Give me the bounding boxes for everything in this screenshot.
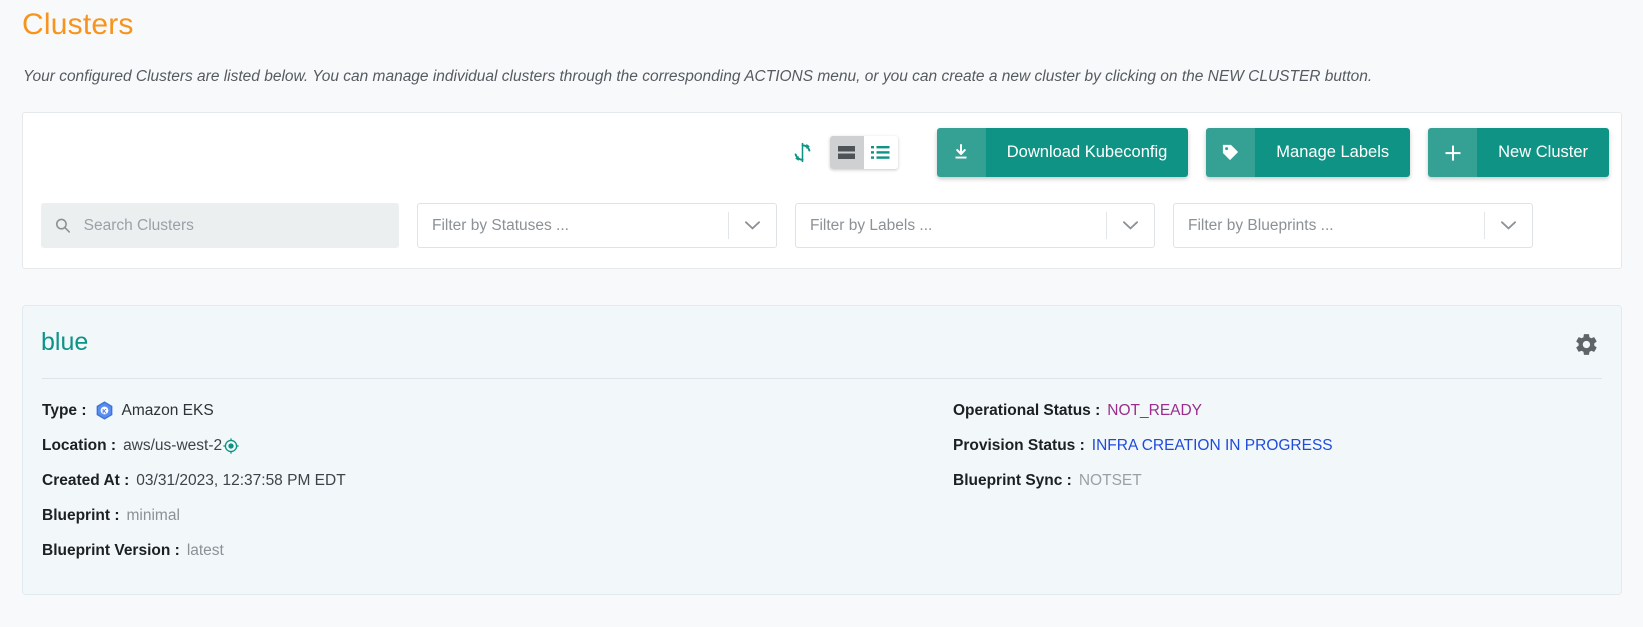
detail-row-blueprint-version: Blueprint Version : latest xyxy=(42,533,953,568)
detail-row-type: Type : K Amazon EKS xyxy=(42,393,953,428)
page-title: Clusters xyxy=(22,8,134,41)
card-view-icon xyxy=(838,146,856,159)
blueprint-sync-value: NOTSET xyxy=(1078,471,1142,489)
cluster-details-right: Operational Status : NOT_READY Provision… xyxy=(953,393,1621,568)
refresh-button[interactable] xyxy=(782,132,824,174)
list-view-icon xyxy=(871,146,890,159)
svg-text:K: K xyxy=(102,408,107,415)
filter-labels-select[interactable]: Filter by Labels ... xyxy=(795,203,1155,248)
operational-status-label: Operational Status : xyxy=(953,401,1101,419)
toolbar-panel: Download Kubeconfig Manage Labels New Cl… xyxy=(22,112,1622,269)
list-view-button[interactable] xyxy=(863,136,898,169)
filter-labels-value: Filter by Labels ... xyxy=(810,216,933,234)
clusters-page: Clusters Your configured Clusters are li… xyxy=(0,0,1643,627)
provision-status-label: Provision Status : xyxy=(953,436,1085,454)
chevron-down-icon[interactable] xyxy=(729,220,776,231)
new-cluster-button[interactable]: New Cluster xyxy=(1428,128,1609,177)
chevron-down-icon[interactable] xyxy=(1485,220,1532,231)
view-mode-toggle xyxy=(829,136,898,169)
location-label: Location : xyxy=(42,436,117,454)
manage-labels-button[interactable]: Manage Labels xyxy=(1206,128,1411,177)
cluster-name-link[interactable]: blue xyxy=(41,328,88,357)
location-value: aws/us-west-2 xyxy=(123,436,223,454)
filter-blueprints-value: Filter by Blueprints ... xyxy=(1188,216,1334,234)
blueprint-value: minimal xyxy=(126,506,180,524)
tag-icon xyxy=(1206,128,1256,177)
created-at-value: 03/31/2023, 12:37:58 PM EDT xyxy=(136,471,346,489)
detail-row-operational-status: Operational Status : NOT_READY xyxy=(953,393,1621,428)
filter-row: Filter by Statuses ... Filter by Labels … xyxy=(41,203,1533,248)
filter-statuses-value: Filter by Statuses ... xyxy=(432,216,569,234)
search-input[interactable] xyxy=(81,215,385,236)
blueprint-version-label: Blueprint Version : xyxy=(42,541,180,559)
search-icon xyxy=(55,218,71,233)
detail-row-provision-status: Provision Status : INFRA CREATION IN PRO… xyxy=(953,428,1621,463)
operational-status-value: NOT_READY xyxy=(1107,401,1203,419)
detail-row-location: Location : aws/us-west-2 xyxy=(42,428,953,463)
filter-statuses-select[interactable]: Filter by Statuses ... xyxy=(417,203,777,248)
filter-blueprints-select[interactable]: Filter by Blueprints ... xyxy=(1173,203,1533,248)
type-label: Type : xyxy=(42,401,87,419)
type-value: Amazon EKS xyxy=(121,401,214,419)
blueprint-version-value: latest xyxy=(186,541,224,559)
cluster-card: blue Type : K Amazon EKS Location: aws/… xyxy=(22,305,1622,595)
kubernetes-eks-icon: K xyxy=(96,401,112,420)
blueprint-sync-label: Blueprint Sync : xyxy=(953,471,1072,489)
blueprint-label: Blueprint : xyxy=(42,506,120,524)
plus-icon xyxy=(1428,128,1478,177)
refresh-icon xyxy=(794,142,811,163)
chevron-down-icon[interactable] xyxy=(1107,220,1154,231)
manage-labels-label: Manage Labels xyxy=(1255,128,1411,177)
cluster-details-left: Type : K Amazon EKS Location : aws/us-we… xyxy=(23,393,953,568)
download-icon xyxy=(936,128,986,177)
detail-row-blueprint-sync: Blueprint Sync : NOTSET xyxy=(953,463,1621,498)
detail-row-created-at: Created At : 03/31/2023, 12:37:58 PM EDT xyxy=(42,463,953,498)
toolbar-actions: Download Kubeconfig Manage Labels New Cl… xyxy=(782,128,1609,177)
card-view-button[interactable] xyxy=(829,136,864,169)
detail-row-blueprint: Blueprint : minimal xyxy=(42,498,953,533)
page-description: Your configured Clusters are listed belo… xyxy=(23,68,1373,85)
new-cluster-label: New Cluster xyxy=(1477,128,1609,177)
target-icon xyxy=(223,437,239,454)
download-kubeconfig-label: Download Kubeconfig xyxy=(985,128,1189,177)
download-kubeconfig-button[interactable]: Download Kubeconfig xyxy=(936,128,1189,177)
cluster-settings-button[interactable] xyxy=(1574,332,1599,362)
cluster-card-header: blue xyxy=(23,306,1621,378)
gear-icon xyxy=(1576,334,1597,355)
search-clusters-box[interactable] xyxy=(41,203,399,248)
created-at-label: Created At : xyxy=(42,471,130,489)
cluster-card-body: Type : K Amazon EKS Location : aws/us-we… xyxy=(23,379,1621,568)
provision-status-value[interactable]: INFRA CREATION IN PROGRESS xyxy=(1092,437,1333,455)
